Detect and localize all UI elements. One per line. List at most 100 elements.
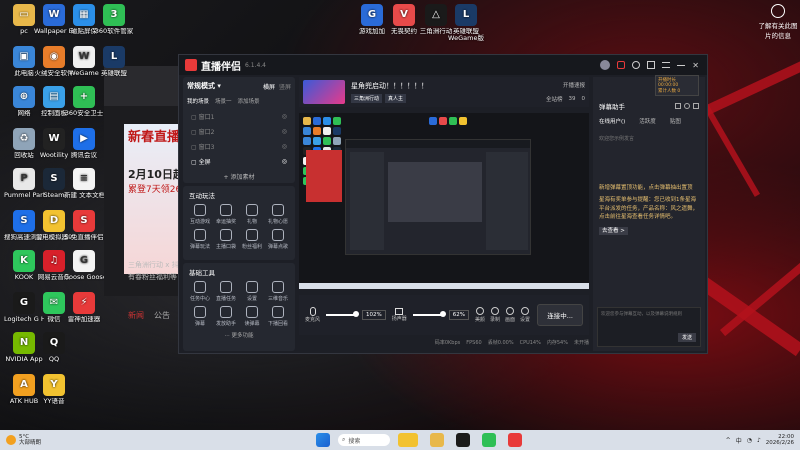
clock-date[interactable]: 2026/2/26 [766, 440, 794, 446]
helper-expand-icon[interactable] [693, 103, 699, 109]
add-material-button[interactable]: + 添加素材 [187, 172, 291, 181]
desktop-icon[interactable]: +360安全卫士 [64, 86, 104, 117]
bottom-action-button[interactable]: 设置 [520, 307, 530, 323]
eye-icon[interactable]: ◎ [282, 128, 287, 135]
site-rank-button[interactable]: 全站榜 [546, 95, 563, 103]
basic-tool-item[interactable]: 任务中心 [189, 281, 211, 302]
helper-gear-icon[interactable] [684, 103, 690, 109]
send-button[interactable]: 发送 [677, 333, 696, 342]
go-live-button[interactable]: 连接中... [537, 304, 583, 326]
banner-tab-news[interactable]: 新闻 [128, 310, 144, 321]
interact-item[interactable]: 粉丝福利 [241, 229, 263, 250]
taskbar-app-delta[interactable] [482, 433, 496, 447]
mic-volume-slider[interactable] [326, 311, 360, 317]
basic-tool-item[interactable]: 弹幕 [189, 306, 211, 327]
banner-tab-notice[interactable]: 公告 [154, 310, 170, 321]
desktop-icon[interactable]: S S-免直播伴侣 [64, 210, 104, 241]
tab-add-scene[interactable]: 添加场景 [238, 97, 260, 105]
speaker-volume-slider[interactable] [412, 311, 446, 317]
basic-tool-item[interactable]: 三维音乐 [267, 281, 289, 302]
desktop-icon-label: 英雄联盟 [101, 70, 127, 77]
status-item: 码率0Kbps [434, 340, 461, 346]
app-icon: D [43, 210, 65, 232]
desktop-icon[interactable]: L 英雄联盟WeGame版 [446, 4, 486, 43]
mic-volume-value[interactable]: 102% [362, 310, 386, 320]
volume-icon[interactable]: ♪ [757, 437, 761, 444]
ime-language[interactable]: 中 [736, 436, 742, 445]
headset-icon[interactable] [632, 61, 641, 69]
minimize-icon[interactable] [677, 64, 686, 66]
bottom-action-button[interactable]: 画面 [505, 307, 515, 323]
taskbar-app-game[interactable] [456, 433, 470, 447]
basic-tool-item[interactable]: 下播回看 [267, 306, 289, 327]
interact-item[interactable]: 礼物心愿 [267, 204, 289, 225]
menu-icon[interactable] [662, 62, 671, 68]
speaker-icon[interactable] [395, 308, 404, 315]
app-icon: S [13, 210, 35, 232]
basic-tool-item[interactable]: 读弹幕 [241, 306, 263, 327]
stream-tag[interactable]: 真人主 [385, 94, 407, 103]
desktop-icon[interactable]: 3 360软件管家 [94, 4, 134, 35]
interact-item[interactable]: 幸运抽奖 [215, 204, 237, 225]
search-box[interactable]: ⌕ 搜索 [338, 434, 390, 446]
taskbar-widget-icon[interactable] [398, 433, 418, 447]
orient-vertical-button[interactable]: 竖屏 [279, 82, 291, 91]
go-view-link[interactable]: 去查看 > [599, 227, 628, 235]
tab-my-scenes[interactable]: 我的场景 [187, 97, 209, 105]
close-icon[interactable]: ✕ [692, 61, 699, 70]
taskbar-app-explorer[interactable] [430, 433, 444, 447]
helper-setting-icon[interactable] [675, 103, 681, 109]
network-icon[interactable]: ◔ [747, 437, 752, 444]
tool-label: 设置 [246, 296, 257, 302]
source-item[interactable]: ▢ 窗口1 ◎ [187, 109, 291, 124]
speaker-volume-value[interactable]: 62% [448, 310, 469, 320]
desktop-icon[interactable]: ≡ 新建 文本文档 (2) [64, 168, 104, 199]
wallpaper-info-widget[interactable]: 了解有关此图片的信息 [758, 4, 798, 40]
source-item[interactable]: ▢ 窗口3 ◎ [187, 139, 291, 154]
tray-chevron-icon[interactable]: ^ [726, 437, 731, 444]
search-icon: ⌕ [342, 436, 346, 443]
danmaku-input[interactable]: 欢迎您参与弹幕互动，以及弹幕说明规则 发送 [597, 307, 701, 347]
weather-widget[interactable]: 5°C 大部晴朗 [6, 434, 41, 446]
skin-icon[interactable] [647, 61, 656, 69]
interact-item[interactable]: 互动游戏 [189, 204, 211, 225]
bottom-action-button[interactable]: 录制 [490, 307, 500, 323]
interact-item[interactable]: 弹幕玩法 [189, 229, 211, 250]
taskbar-app-stream[interactable] [508, 433, 522, 447]
source-item[interactable]: ▢ 窗口2 ◎ [187, 124, 291, 139]
eye-icon[interactable]: ◎ [282, 143, 287, 150]
desktop-icon[interactable]: ▶ 腾讯会议 [64, 128, 104, 159]
eye-icon[interactable]: ◎ [282, 113, 287, 120]
message-icon[interactable] [617, 61, 626, 69]
desktop-icon[interactable]: Q QQ [34, 332, 74, 363]
stream-tag[interactable]: 三角洲行动 [351, 94, 383, 103]
desktop-icon[interactable]: G Goose Goose Duck [64, 250, 104, 281]
bottom-action-button[interactable]: 美颜 [475, 307, 485, 323]
microphone-icon[interactable] [309, 307, 316, 316]
desktop-icon[interactable]: ⚡ 雷神加速器 [64, 292, 104, 323]
interact-item[interactable]: 弹幕点歌 [267, 229, 289, 250]
interact-item[interactable]: 礼物 [241, 204, 263, 225]
orient-horizontal-button[interactable]: 横屏 [263, 82, 275, 91]
more-functions-link[interactable]: ··· 更多功能 [183, 331, 295, 339]
mode-selector[interactable]: 常规模式 ▾ [187, 81, 221, 91]
tab-activity[interactable]: 活跃度 [639, 117, 656, 125]
start-icon[interactable] [316, 433, 330, 447]
tab-scene-1[interactable]: 场景一 [215, 97, 232, 105]
danmaku-helper-title: 弹幕助手 [599, 103, 625, 111]
avatar[interactable] [600, 60, 611, 70]
desktop-icon[interactable]: Y YY语音 [34, 374, 74, 405]
tab-stickers[interactable]: 贴图 [670, 117, 681, 125]
basic-tool-item[interactable]: 发放助手 [215, 306, 237, 327]
live-report-button[interactable]: 开播速报 [563, 81, 585, 89]
basic-tool-item[interactable]: 直播任务 [215, 281, 237, 302]
stream-preview[interactable] [299, 113, 589, 289]
stream-cover[interactable] [303, 80, 345, 104]
interact-item[interactable]: 主播口袋 [215, 229, 237, 250]
tab-online-users[interactable]: 在线用户() [599, 117, 625, 125]
desktop-icon[interactable]: L 英雄联盟 [94, 46, 134, 77]
stream-title[interactable]: 星角兜启动！！！！！！ [351, 81, 428, 91]
basic-tool-item[interactable]: 设置 [241, 281, 263, 302]
eye-icon[interactable]: ◎ [282, 158, 287, 165]
source-item[interactable]: ▢ 全屏 ◎ [187, 154, 291, 169]
